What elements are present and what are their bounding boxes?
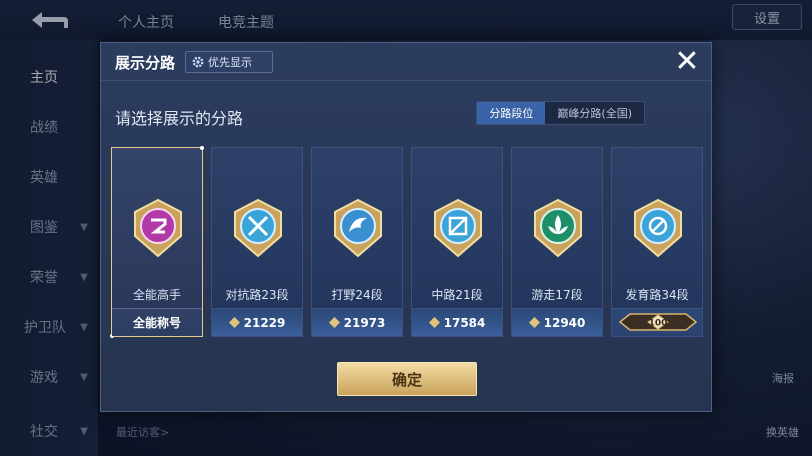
lane-card-mid[interactable]: 中路21段 17584	[411, 147, 503, 337]
jungle-emblem-icon	[334, 198, 382, 258]
lane-points: 17584	[443, 315, 486, 330]
lane-card-roam[interactable]: 游走17段 12940	[511, 147, 603, 337]
tab-peak-lane-national[interactable]: 巅峰分路(全国)	[545, 102, 644, 124]
roam-emblem-icon	[534, 198, 582, 258]
close-button[interactable]: ✕	[673, 47, 701, 77]
lane-card-footer: 全能称号	[112, 308, 202, 336]
lane-card-label: 打野24段	[331, 288, 383, 302]
lane-card-footer: 12940	[512, 308, 602, 336]
lane-card-footer: 100	[612, 308, 702, 336]
lane-card-all-round[interactable]: 全能高手 全能称号	[110, 146, 204, 338]
lane-card-label: 对抗路23段	[225, 288, 289, 302]
lane-card-footer: 17584	[412, 308, 502, 336]
points-icon	[428, 317, 440, 328]
close-icon: ✕	[674, 44, 700, 79]
peak-tier-value: 100	[649, 319, 668, 329]
select-lane-prompt: 请选择展示的分路	[115, 109, 244, 128]
corner-dot	[200, 146, 204, 150]
tab-lane-rank[interactable]: 分路段位	[477, 102, 546, 124]
points-icon	[328, 317, 340, 328]
lane-card-list: 全能高手 全能称号 对抗路23段 21229 打野24段 21973 中路21段…	[110, 146, 703, 338]
confirm-button[interactable]: 确定	[337, 362, 477, 396]
all-round-emblem-icon	[134, 198, 182, 258]
lane-type-toggle: 分路段位 巅峰分路(全国)	[476, 101, 645, 125]
lane-card-farm[interactable]: 发育路34段 100	[611, 147, 703, 337]
points-icon	[228, 317, 240, 328]
clash-lane-emblem-icon	[234, 198, 282, 258]
lane-card-footer: 21229	[212, 308, 302, 336]
lane-points: 21229	[243, 315, 286, 330]
priority-display-button[interactable]: 优先显示	[185, 51, 273, 73]
dialog-header: 展示分路 优先显示 ✕	[101, 43, 711, 81]
lane-card-clash[interactable]: 对抗路23段 21229	[211, 147, 303, 337]
priority-display-label: 优先显示	[208, 56, 252, 69]
farm-lane-emblem-icon	[634, 198, 682, 258]
lane-points: 21973	[343, 315, 386, 330]
dialog-title: 展示分路	[115, 54, 176, 72]
lane-points: 12940	[543, 315, 586, 330]
mid-lane-emblem-icon	[434, 198, 482, 258]
lane-card-label: 发育路34段	[625, 288, 689, 302]
peak-tier-banner-icon: 100	[618, 313, 698, 331]
gear-icon	[192, 56, 204, 68]
lane-card-label: 中路21段	[431, 288, 483, 302]
lane-display-dialog: 展示分路 优先显示 ✕ 请选择展示的分路 分路段位 巅峰分路(全国) 全能高手 …	[100, 42, 712, 412]
lane-card-label: 全能高手	[132, 288, 181, 302]
lane-card-jungle[interactable]: 打野24段 21973	[311, 147, 403, 337]
lane-card-label: 游走17段	[531, 288, 583, 302]
all-round-title: 全能称号	[132, 316, 181, 330]
points-icon	[528, 317, 540, 328]
lane-card-footer: 21973	[312, 308, 402, 336]
